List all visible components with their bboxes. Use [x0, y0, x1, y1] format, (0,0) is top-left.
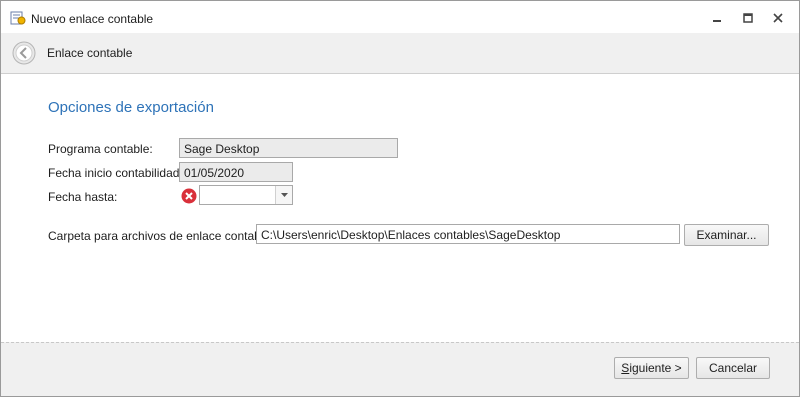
cancelar-button[interactable]: Cancelar — [696, 357, 770, 379]
maximize-icon[interactable] — [738, 9, 758, 27]
programa-contable-field: Sage Desktop — [179, 138, 398, 158]
fecha-inicio-label: Fecha inicio contabilidad: — [48, 166, 183, 180]
fecha-inicio-field: 01/05/2020 — [179, 162, 293, 182]
header-title: Enlace contable — [47, 46, 133, 60]
carpeta-path-input[interactable]: C:\Users\enric\Desktop\Enlaces contables… — [256, 224, 680, 244]
form-content: Opciones de exportación Programa contabl… — [1, 74, 799, 342]
wizard-header: Enlace contable — [1, 33, 799, 74]
fecha-hasta-label: Fecha hasta: — [48, 190, 118, 204]
chevron-down-icon[interactable] — [275, 186, 292, 204]
fecha-hasta-dropdown[interactable] — [199, 185, 293, 205]
programa-contable-label: Programa contable: — [48, 142, 153, 156]
section-title: Opciones de exportación — [48, 99, 214, 116]
title-bar: Nuevo enlace contable — [1, 1, 799, 33]
window-title: Nuevo enlace contable — [31, 12, 154, 26]
examinar-button[interactable]: Examinar... — [684, 224, 769, 246]
wizard-footer: Siguiente > Cancelar — [1, 342, 799, 396]
siguiente-label: iguiente > — [629, 361, 682, 375]
dialog-window: Nuevo enlace contable Enlace contable Op… — [0, 0, 800, 397]
back-arrow-icon[interactable] — [12, 41, 36, 65]
minimize-icon[interactable] — [707, 9, 727, 27]
ledger-app-icon — [10, 10, 26, 26]
siguiente-button[interactable]: Siguiente > — [614, 357, 689, 379]
error-x-icon — [181, 188, 197, 204]
close-icon[interactable] — [768, 9, 788, 27]
carpeta-label: Carpeta para archivos de enlace contable… — [48, 229, 274, 243]
